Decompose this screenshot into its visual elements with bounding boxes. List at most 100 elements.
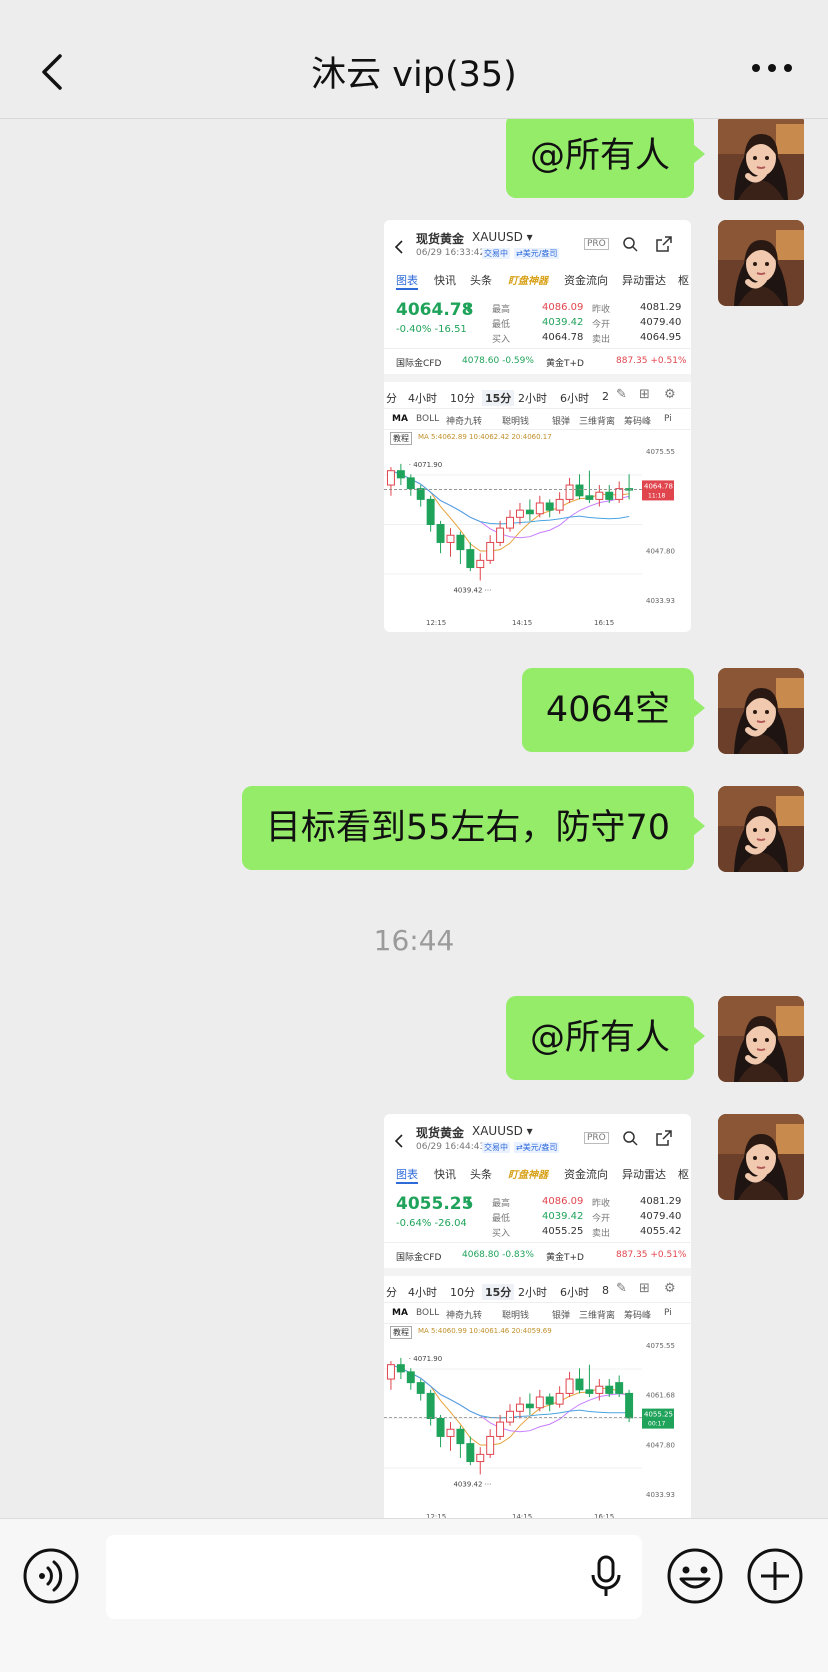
period-tab: 8: [602, 1284, 609, 1297]
chart-tab: 异动雷达: [622, 1168, 666, 1181]
candle-body: [386, 470, 395, 486]
candle-body: [585, 1389, 594, 1394]
avatar[interactable]: [718, 786, 804, 872]
chart-tab: 异动雷达: [622, 274, 666, 287]
indicator-tab: MA: [392, 414, 408, 424]
candle-body: [605, 1385, 614, 1394]
low-label: 4039.42 ···: [453, 1480, 491, 1488]
candle-body: [625, 1392, 634, 1419]
avatar[interactable]: [718, 220, 804, 306]
candle-body: [486, 1435, 495, 1455]
period-tab: 6小时: [560, 392, 589, 405]
chat-title: 沐云 vip(35): [311, 55, 517, 95]
indicator-tab: Pi: [664, 1308, 672, 1318]
period-tab: 15分: [482, 1284, 515, 1300]
candle-body: [595, 1385, 604, 1394]
message-list[interactable]: @所有人 现货黄金 XAUUSD ▾ 06/29 16:33:42 交易中 ⇄美元/盎司…: [0, 118, 828, 1518]
candle-body: [555, 1392, 564, 1405]
candle-body: [396, 470, 405, 479]
indicator-tab: MA: [392, 1308, 408, 1318]
microphone-icon[interactable]: [590, 1555, 622, 1599]
more-options-icon[interactable]: [750, 58, 794, 78]
x-tick-label: 14:15: [512, 619, 532, 627]
message-bubble[interactable]: 目标看到55左右，防守70: [241, 786, 706, 870]
avatar[interactable]: [718, 996, 804, 1082]
y-tick-label: 4033.93: [646, 1491, 675, 1499]
y-tick-label: 4075.55: [646, 1342, 675, 1350]
draw-icon: ✎: [616, 387, 627, 402]
y-tick-label: 4033.93: [646, 597, 675, 605]
candle-body: [575, 1378, 584, 1391]
avatar[interactable]: [718, 118, 804, 200]
candle-body: [416, 488, 425, 500]
current-price-label: 4055.25: [644, 1411, 673, 1419]
candle-body: [506, 1410, 514, 1423]
chart-tab: 头条: [470, 274, 492, 287]
add-more-icon[interactable]: [746, 1547, 804, 1605]
chart-tab: 快讯: [434, 1168, 456, 1181]
candle-body: [545, 1396, 554, 1405]
candle-body: [486, 541, 495, 561]
search-icon: [623, 1131, 638, 1146]
last-price: 4064.78: [396, 300, 474, 320]
candle-body: [436, 524, 445, 543]
indicator-tab: 筹码峰: [624, 1311, 652, 1321]
chat-header: 沐云 vip(35): [0, 0, 828, 119]
settings-icon: ⚙: [664, 387, 676, 402]
x-tick-label: 12:15: [426, 619, 446, 627]
period-tab: 10分: [450, 1286, 475, 1299]
voice-input-icon[interactable]: [22, 1547, 80, 1605]
candle-body: [396, 1364, 405, 1373]
chart-tab: 资金流向: [564, 1168, 608, 1181]
period-tab: 2: [602, 390, 609, 403]
candle-body: [615, 488, 624, 500]
symbol-code: XAUUSD ▾: [472, 1124, 533, 1138]
y-tick-label: 4075.55: [646, 448, 675, 456]
chart-tab: 盯盘神器: [508, 1170, 548, 1181]
y-tick-label: 4047.80: [646, 547, 675, 555]
period-tab: 分: [386, 392, 397, 405]
chart-tab: 快讯: [434, 274, 456, 287]
candle-body: [515, 1403, 524, 1412]
message-image[interactable]: 现货黄金 XAUUSD ▾ 06/29 16:33:42 交易中 ⇄美元/盎司 PRO 图表…: [384, 220, 691, 632]
indicator-tab: 筹码峰: [624, 417, 652, 427]
chart-tab: 枢: [678, 274, 689, 287]
candle-body: [466, 549, 475, 569]
emoji-icon[interactable]: [666, 1547, 724, 1605]
candle-body: [466, 1443, 475, 1463]
message-bubble[interactable]: @所有人: [505, 118, 706, 198]
message-bubble[interactable]: 4064空: [521, 668, 706, 752]
indicator-tab: 神奇九转: [446, 417, 483, 427]
message-image[interactable]: 现货黄金 XAUUSD ▾ 06/29 16:44:43 交易中 ⇄美元/盎司 PRO 图表…: [384, 1114, 691, 1518]
period-tab: 分: [386, 1286, 397, 1299]
symbol-name: 现货黄金: [416, 232, 465, 246]
candle-body: [575, 484, 584, 497]
candle-body: [525, 509, 534, 515]
y-tick-label: 4061.68: [646, 1392, 675, 1400]
candle-body: [555, 498, 564, 511]
period-tab: 4小时: [408, 392, 437, 405]
candle-body: [436, 1418, 445, 1437]
message-input[interactable]: [106, 1535, 642, 1619]
current-price-label: 4064.78: [644, 482, 673, 490]
candlestick-chart: 4075.55 4047.80 4033.93 · 4071.90 4039.42 ··…: [384, 448, 675, 627]
indicator-tab: 银弹: [552, 417, 571, 427]
chart-tab: 资金流向: [564, 274, 608, 287]
period-tab: 2小时: [518, 1286, 547, 1299]
chart-tab: 图表: [396, 272, 418, 290]
candle-body: [426, 1392, 435, 1419]
low-label: 4039.42 ···: [453, 586, 491, 594]
symbol-code: XAUUSD ▾: [472, 230, 533, 244]
grid-icon: ⊞: [639, 387, 650, 402]
indicator-tab: BOLL: [416, 1308, 440, 1318]
avatar[interactable]: [718, 668, 804, 754]
message-bubble[interactable]: @所有人: [505, 996, 706, 1080]
candle-body: [446, 1428, 455, 1437]
candle-body: [406, 1371, 415, 1384]
last-price: 4055.25: [396, 1194, 474, 1214]
indicator-tab: 三维背离: [579, 417, 616, 427]
candle-body: [565, 1378, 574, 1394]
candle-body: [535, 1396, 544, 1409]
period-tab: 15分: [482, 390, 515, 406]
avatar[interactable]: [718, 1114, 804, 1200]
